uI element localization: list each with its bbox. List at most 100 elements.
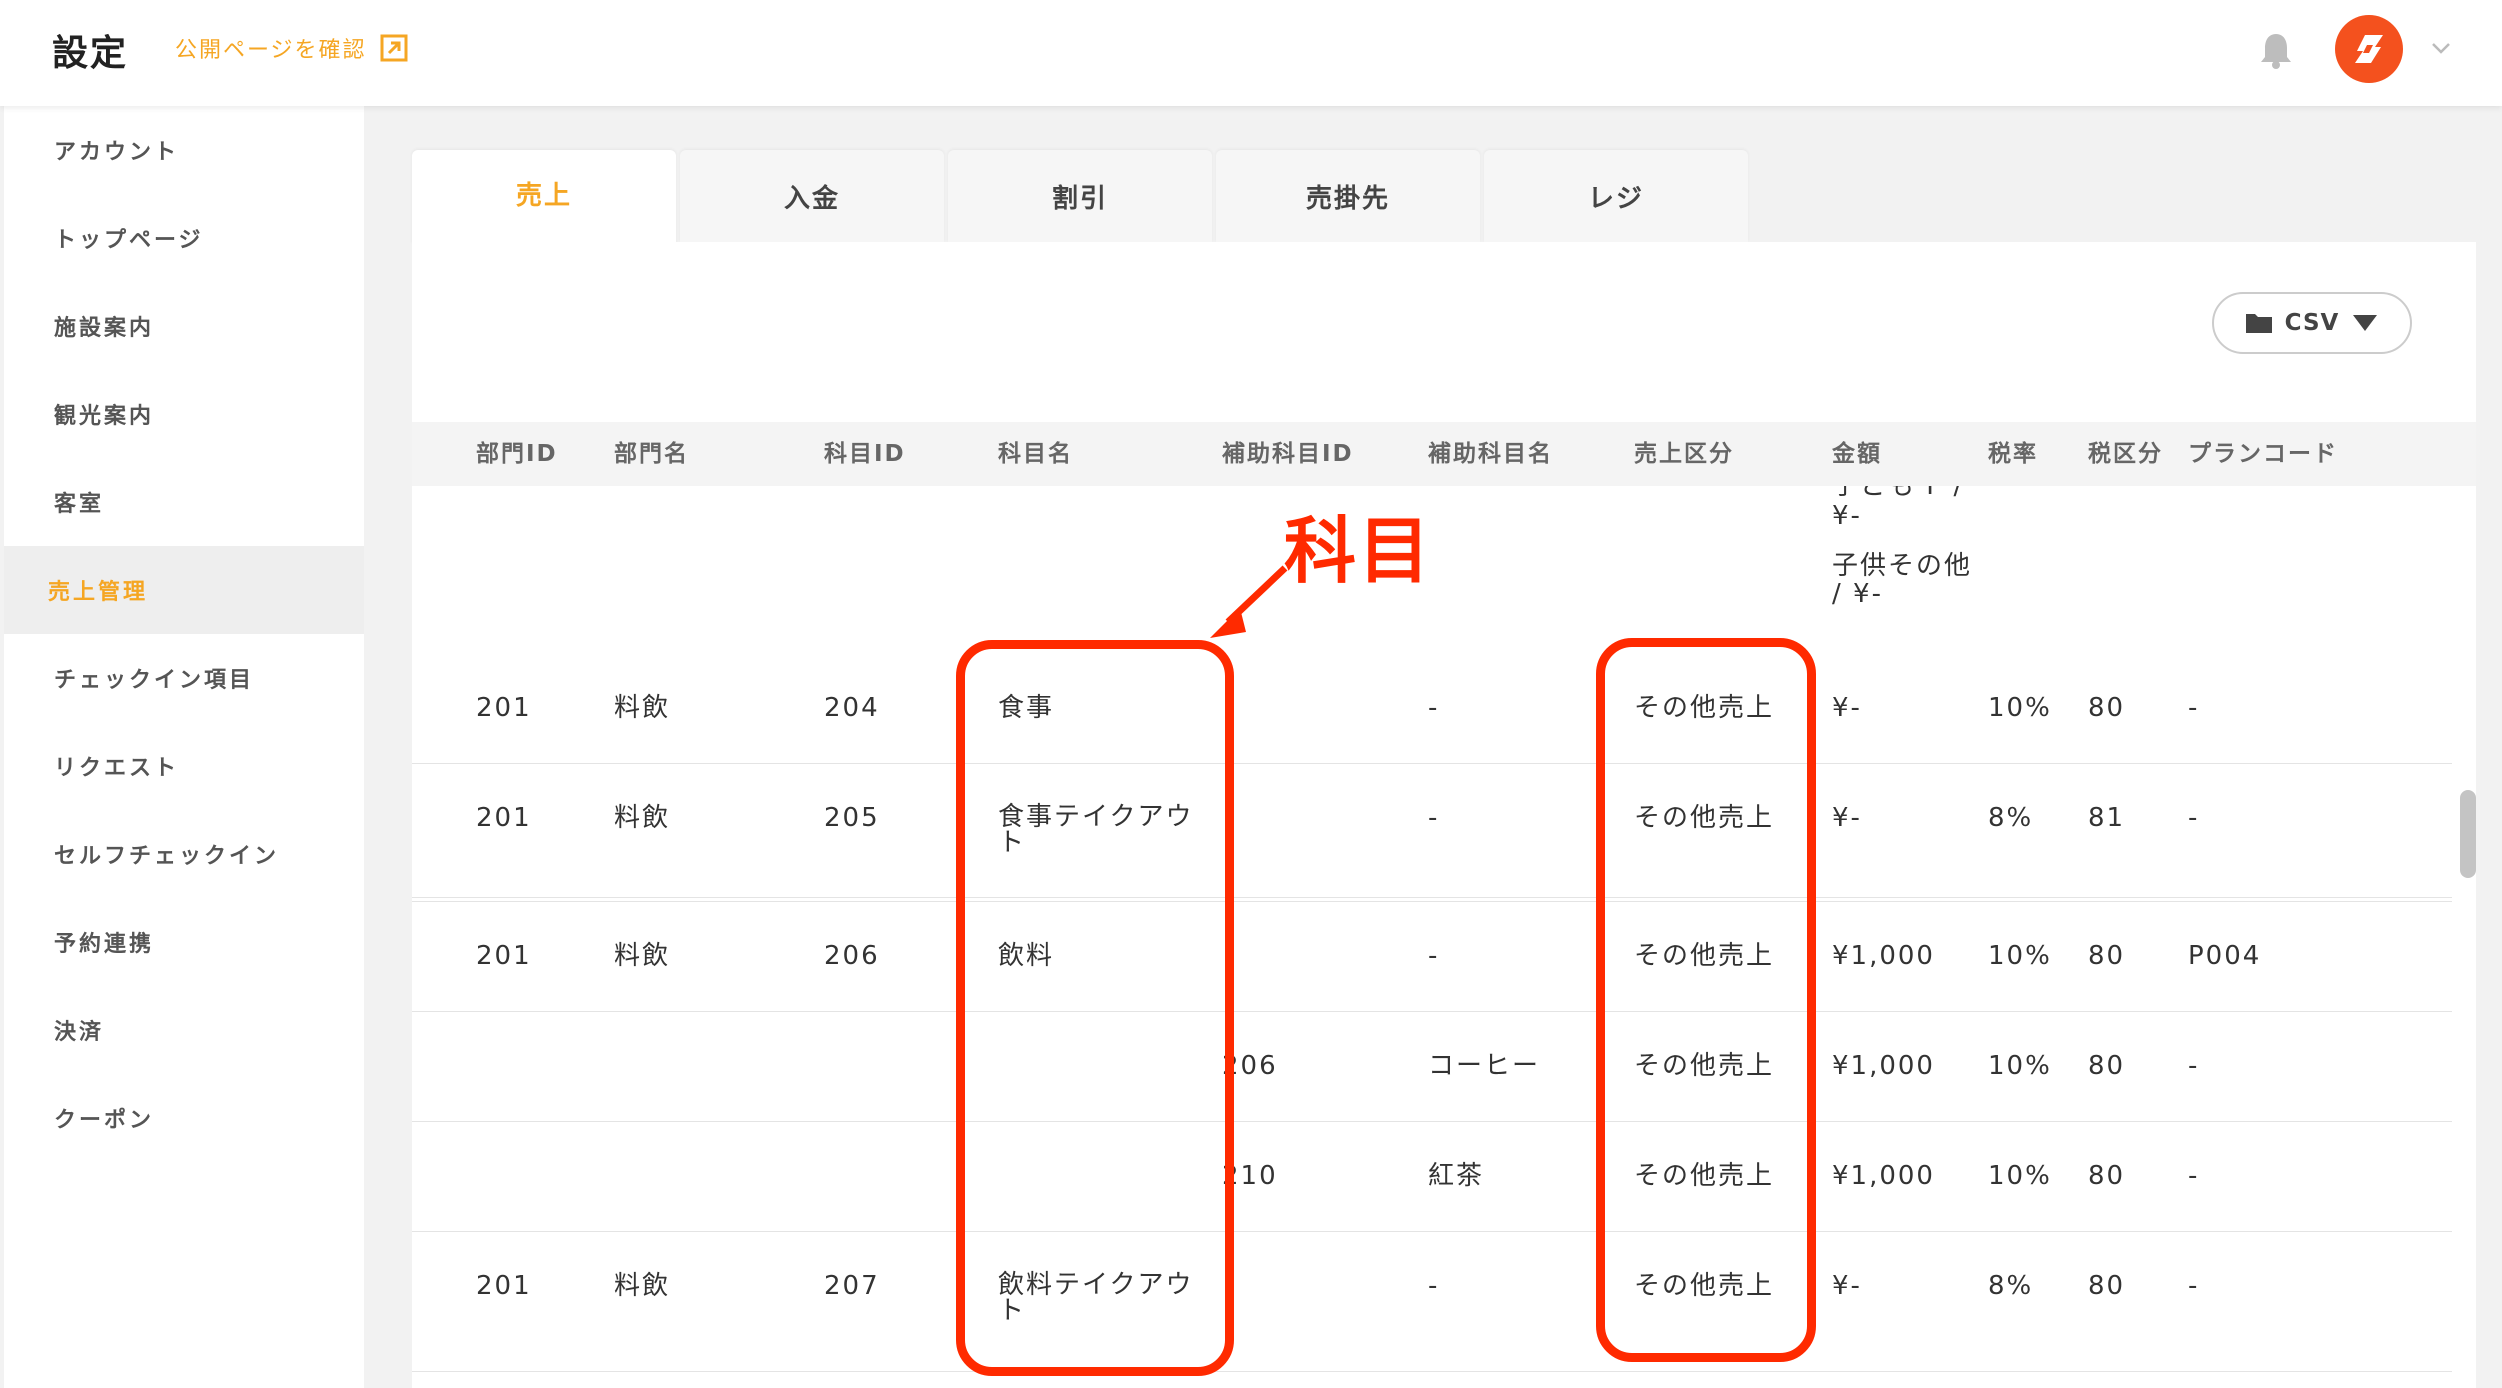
cell-category: その他売上 [1634, 1271, 1775, 1301]
table-row[interactable]: 210 紅茶 その他売上 ¥1,000 10% 80 - [412, 1122, 2452, 1232]
cell-item-id: 205 [824, 803, 880, 833]
amount-line: 子供その他 [1832, 551, 1973, 581]
sidebar-item-label: チェックイン項目 [54, 668, 255, 693]
tab-register[interactable]: レジ [1484, 150, 1748, 242]
sidebar: アカウント トップページ 施設案内 観光案内 客室 売上管理 チェックイン項目 … [4, 106, 364, 1388]
tab-discount[interactable]: 割引 [948, 150, 1212, 242]
col-header-dept-name[interactable]: 部門名 [614, 422, 689, 486]
cell-dept-name: 料飲 [614, 1271, 671, 1301]
col-header-sub-id[interactable]: 補助科目ID [1222, 422, 1354, 486]
cell-dept-id: 201 [476, 1271, 532, 1301]
page-title: 設定 [52, 33, 129, 74]
cell-item-name: 飲料 [998, 941, 1055, 971]
table-header: 部門ID 部門名 科目ID 科目名 補助科目ID 補助科目名 売上区分 金額 税… [412, 422, 2476, 486]
sidebar-item-account[interactable]: アカウント [4, 106, 364, 194]
sidebar-item-label: リクエスト [54, 756, 180, 781]
tab-receivables[interactable]: 売掛先 [1216, 150, 1480, 242]
col-header-plan-code[interactable]: プランコード [2188, 422, 2338, 486]
cell-tax-rate: 8% [1988, 803, 2034, 833]
cell-tax-class: 80 [2088, 693, 2126, 723]
cell-item-name: 食事テイクアウト [998, 802, 1194, 858]
cell-category: その他売上 [1634, 1161, 1775, 1191]
table-row[interactable]: 206 コーヒー その他売上 ¥1,000 10% 80 - [412, 1012, 2452, 1122]
cell-amount: ¥- [1832, 693, 1862, 723]
col-header-category[interactable]: 売上区分 [1634, 422, 1734, 486]
public-page-link[interactable]: 公開ページを確認 [175, 32, 409, 64]
user-avatar[interactable] [2335, 15, 2403, 83]
chevron-down-icon[interactable] [2428, 35, 2454, 61]
sidebar-item-label: セルフチェックイン [54, 844, 280, 869]
cell-dept-name: 料飲 [614, 941, 671, 971]
sidebar-item-booking-integration[interactable]: 予約連携 [4, 898, 364, 986]
sidebar-item-label: 客室 [54, 492, 105, 517]
col-header-item-name[interactable]: 科目名 [998, 422, 1073, 486]
sidebar-item-payment[interactable]: 決済 [4, 986, 364, 1074]
cell-tax-rate: 10% [1988, 941, 2052, 971]
col-header-amount[interactable]: 金額 [1832, 422, 1882, 486]
col-header-item-id[interactable]: 科目ID [824, 422, 906, 486]
cell-plan-code: P004 [2188, 941, 2262, 971]
sidebar-item-facility[interactable]: 施設案内 [4, 282, 364, 370]
cell-item-id: 207 [824, 1271, 880, 1301]
vertical-scrollbar[interactable] [2460, 790, 2476, 878]
cell-sub-name: コーヒー [1428, 1051, 1541, 1081]
sidebar-item-checkin-fields[interactable]: チェックイン項目 [4, 634, 364, 722]
cell-sub-name: 紅茶 [1428, 1161, 1485, 1191]
top-header: 設定 公開ページを確認 [0, 0, 2502, 106]
cell-dept-name: 料飲 [614, 803, 671, 833]
sidebar-item-top-page[interactable]: トップページ [4, 194, 364, 282]
notification-bell-icon[interactable] [2258, 30, 2294, 70]
sales-card: CSV 部門ID 部門名 科目ID 科目名 補助科目ID 補助科目名 売上区分 … [412, 242, 2476, 1388]
sidebar-item-label: 決済 [54, 1020, 105, 1045]
cell-sub-name: - [1428, 941, 1440, 971]
tab-bar: 売上 入金 割引 売掛先 レジ [412, 150, 1748, 244]
col-header-dept-id[interactable]: 部門ID [476, 422, 558, 486]
caret-down-icon [2353, 315, 2378, 331]
sidebar-item-coupon[interactable]: クーポン [4, 1074, 364, 1162]
amount-line: 子ども F / [1832, 486, 1965, 501]
cell-tax-rate: 8% [1988, 1271, 2034, 1301]
cell-amount: ¥1,000 [1832, 1161, 1935, 1191]
cell-category: その他売上 [1634, 693, 1775, 723]
col-header-tax-class[interactable]: 税区分 [2088, 422, 2163, 486]
annotation-label: 科目 [1284, 509, 1433, 593]
table-row[interactable]: 201 料飲 205 食事テイクアウト - その他売上 ¥- 8% 81 - [412, 764, 2452, 902]
cell-plan-code: - [2188, 1271, 2200, 1301]
cell-item-name: 食事 [998, 693, 1055, 723]
tab-sales[interactable]: 売上 [412, 150, 676, 244]
annotation-arrow-icon [1210, 565, 1288, 638]
sidebar-item-label: アカウント [54, 140, 180, 165]
sidebar-item-self-checkin[interactable]: セルフチェックイン [4, 810, 364, 898]
cell-item-name: 飲料テイクアウト [998, 1270, 1194, 1326]
sidebar-item-requests[interactable]: リクエスト [4, 722, 364, 810]
tab-deposit[interactable]: 入金 [680, 150, 944, 242]
cell-category: その他売上 [1634, 1051, 1775, 1081]
csv-button[interactable]: CSV [2212, 292, 2412, 354]
cell-dept-id: 201 [476, 941, 532, 971]
cell-amount: ¥- [1832, 803, 1862, 833]
cell-amount: ¥- [1832, 1271, 1862, 1301]
table-row[interactable]: 201 料飲 204 食事 - その他売上 ¥- 10% 80 - [412, 654, 2452, 764]
table-row[interactable]: 201 料飲 207 飲料テイクアウト - その他売上 ¥- 8% 80 - [412, 1232, 2452, 1372]
cell-item-id: 204 [824, 693, 880, 723]
amount-line: ¥- [1832, 501, 1862, 531]
cell-tax-rate: 10% [1988, 1161, 2052, 1191]
cell-dept-id: 201 [476, 693, 532, 723]
sidebar-item-rooms[interactable]: 客室 [4, 458, 364, 546]
table-row[interactable]: 201 料飲 206 飲料 - その他売上 ¥1,000 10% 80 P004 [412, 902, 2452, 1012]
folder-icon [2245, 314, 2272, 333]
cell-plan-code: - [2188, 1051, 2200, 1081]
cell-plan-code: - [2188, 1161, 2200, 1191]
sidebar-item-tourism[interactable]: 観光案内 [4, 370, 364, 458]
cell-item-id: 206 [824, 941, 880, 971]
col-header-sub-name[interactable]: 補助科目名 [1428, 422, 1553, 486]
cell-plan-code: - [2188, 803, 2200, 833]
cell-amount: ¥1,000 [1832, 941, 1935, 971]
sidebar-item-sales[interactable]: 売上管理 [4, 546, 364, 634]
cell-dept-name: 料飲 [614, 693, 671, 723]
cell-amount: ¥1,000 [1832, 1051, 1935, 1081]
cell-tax-class: 80 [2088, 1161, 2126, 1191]
col-header-tax-rate[interactable]: 税率 [1988, 422, 2038, 486]
cell-sub-name: - [1428, 693, 1440, 723]
sidebar-item-label: 施設案内 [54, 316, 155, 341]
